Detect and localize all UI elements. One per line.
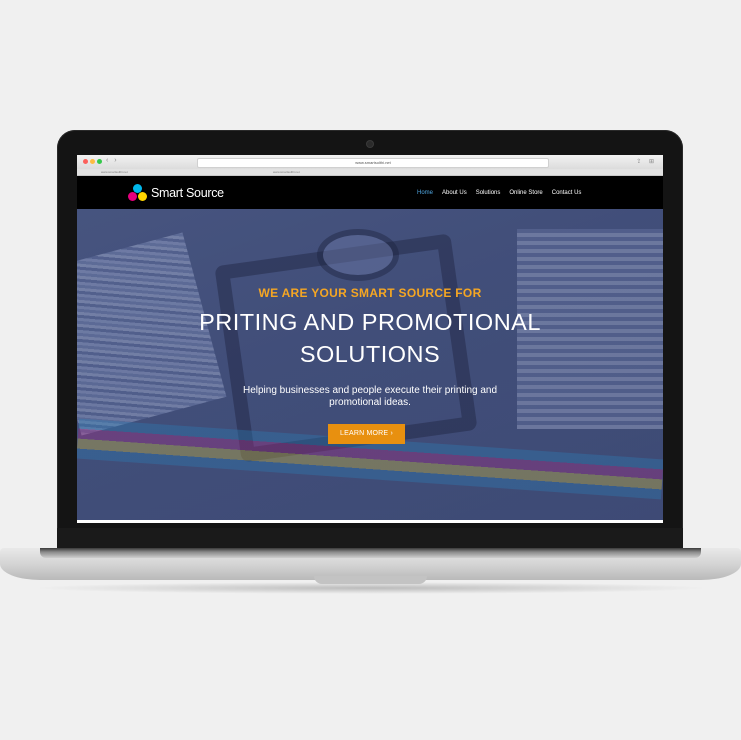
laptop-chin bbox=[57, 528, 683, 548]
hero-title-line: SOLUTIONS bbox=[299, 341, 441, 367]
address-bar-url: www.smartsolthi.net bbox=[355, 160, 391, 165]
nav-item-about-us[interactable]: About Us bbox=[442, 190, 467, 196]
webcam bbox=[367, 141, 373, 147]
hero-title-line: PRITING AND PROMOTIONAL bbox=[199, 309, 541, 335]
logo-yellow-dot bbox=[138, 192, 147, 201]
back-forward-icon[interactable]: ‹ › bbox=[106, 157, 119, 164]
nav-item-solutions[interactable]: Solutions bbox=[476, 190, 501, 196]
main-nav: Home About Us Solutions Online Store Con… bbox=[417, 176, 581, 209]
hero-bg-lens bbox=[317, 229, 399, 281]
address-bar[interactable]: www.smartsolthi.net bbox=[197, 158, 549, 168]
site-header: Smart Source Home About Us Solutions Onl… bbox=[77, 176, 663, 209]
nav-item-contact-us[interactable]: Contact Us bbox=[552, 190, 582, 196]
hero-title: PRITING AND PROMOTIONAL SOLUTIONS bbox=[77, 306, 663, 370]
nav-item-home[interactable]: Home bbox=[417, 190, 433, 196]
hero-kicker: WE ARE YOUR SMART SOURCE FOR bbox=[258, 286, 482, 300]
browser-tab[interactable]: www.smartsolthi.net bbox=[273, 169, 300, 175]
logo-magenta-dot bbox=[128, 192, 137, 201]
site-logo-text[interactable]: Smart Source bbox=[151, 186, 224, 200]
hero-subtitle-line: promotional ideas. bbox=[329, 397, 411, 408]
maximize-window-icon[interactable] bbox=[97, 159, 102, 164]
laptop-hinge bbox=[40, 548, 701, 558]
share-tabs-icon[interactable]: ⇪ ⊞ bbox=[636, 158, 657, 165]
learn-more-button[interactable]: LEARN MORE › bbox=[328, 424, 405, 444]
close-window-icon[interactable] bbox=[83, 159, 88, 164]
hero-subtitle-line: Helping businesses and people execute th… bbox=[242, 385, 498, 396]
hero-section: WE ARE YOUR SMART SOURCE FOR PRITING AND… bbox=[77, 209, 663, 523]
hero-bottom-border bbox=[77, 520, 663, 523]
laptop-thumb-notch bbox=[314, 576, 427, 584]
logo-mark-icon[interactable] bbox=[127, 184, 149, 202]
nav-item-online-store[interactable]: Online Store bbox=[509, 190, 542, 196]
laptop-screen: ‹ › www.smartsolthi.net ⇪ ⊞ www.smartsol… bbox=[77, 155, 663, 523]
browser-tab[interactable]: www.smartsolthi.net bbox=[101, 169, 128, 175]
minimize-window-icon[interactable] bbox=[90, 159, 95, 164]
browser-toolbar: ‹ › www.smartsolthi.net ⇪ ⊞ bbox=[77, 155, 663, 170]
browser-tab-strip: www.smartsolthi.net www.smartsolthi.net bbox=[77, 169, 663, 176]
hero-subtitle: Helping businesses and people execute th… bbox=[220, 385, 520, 409]
